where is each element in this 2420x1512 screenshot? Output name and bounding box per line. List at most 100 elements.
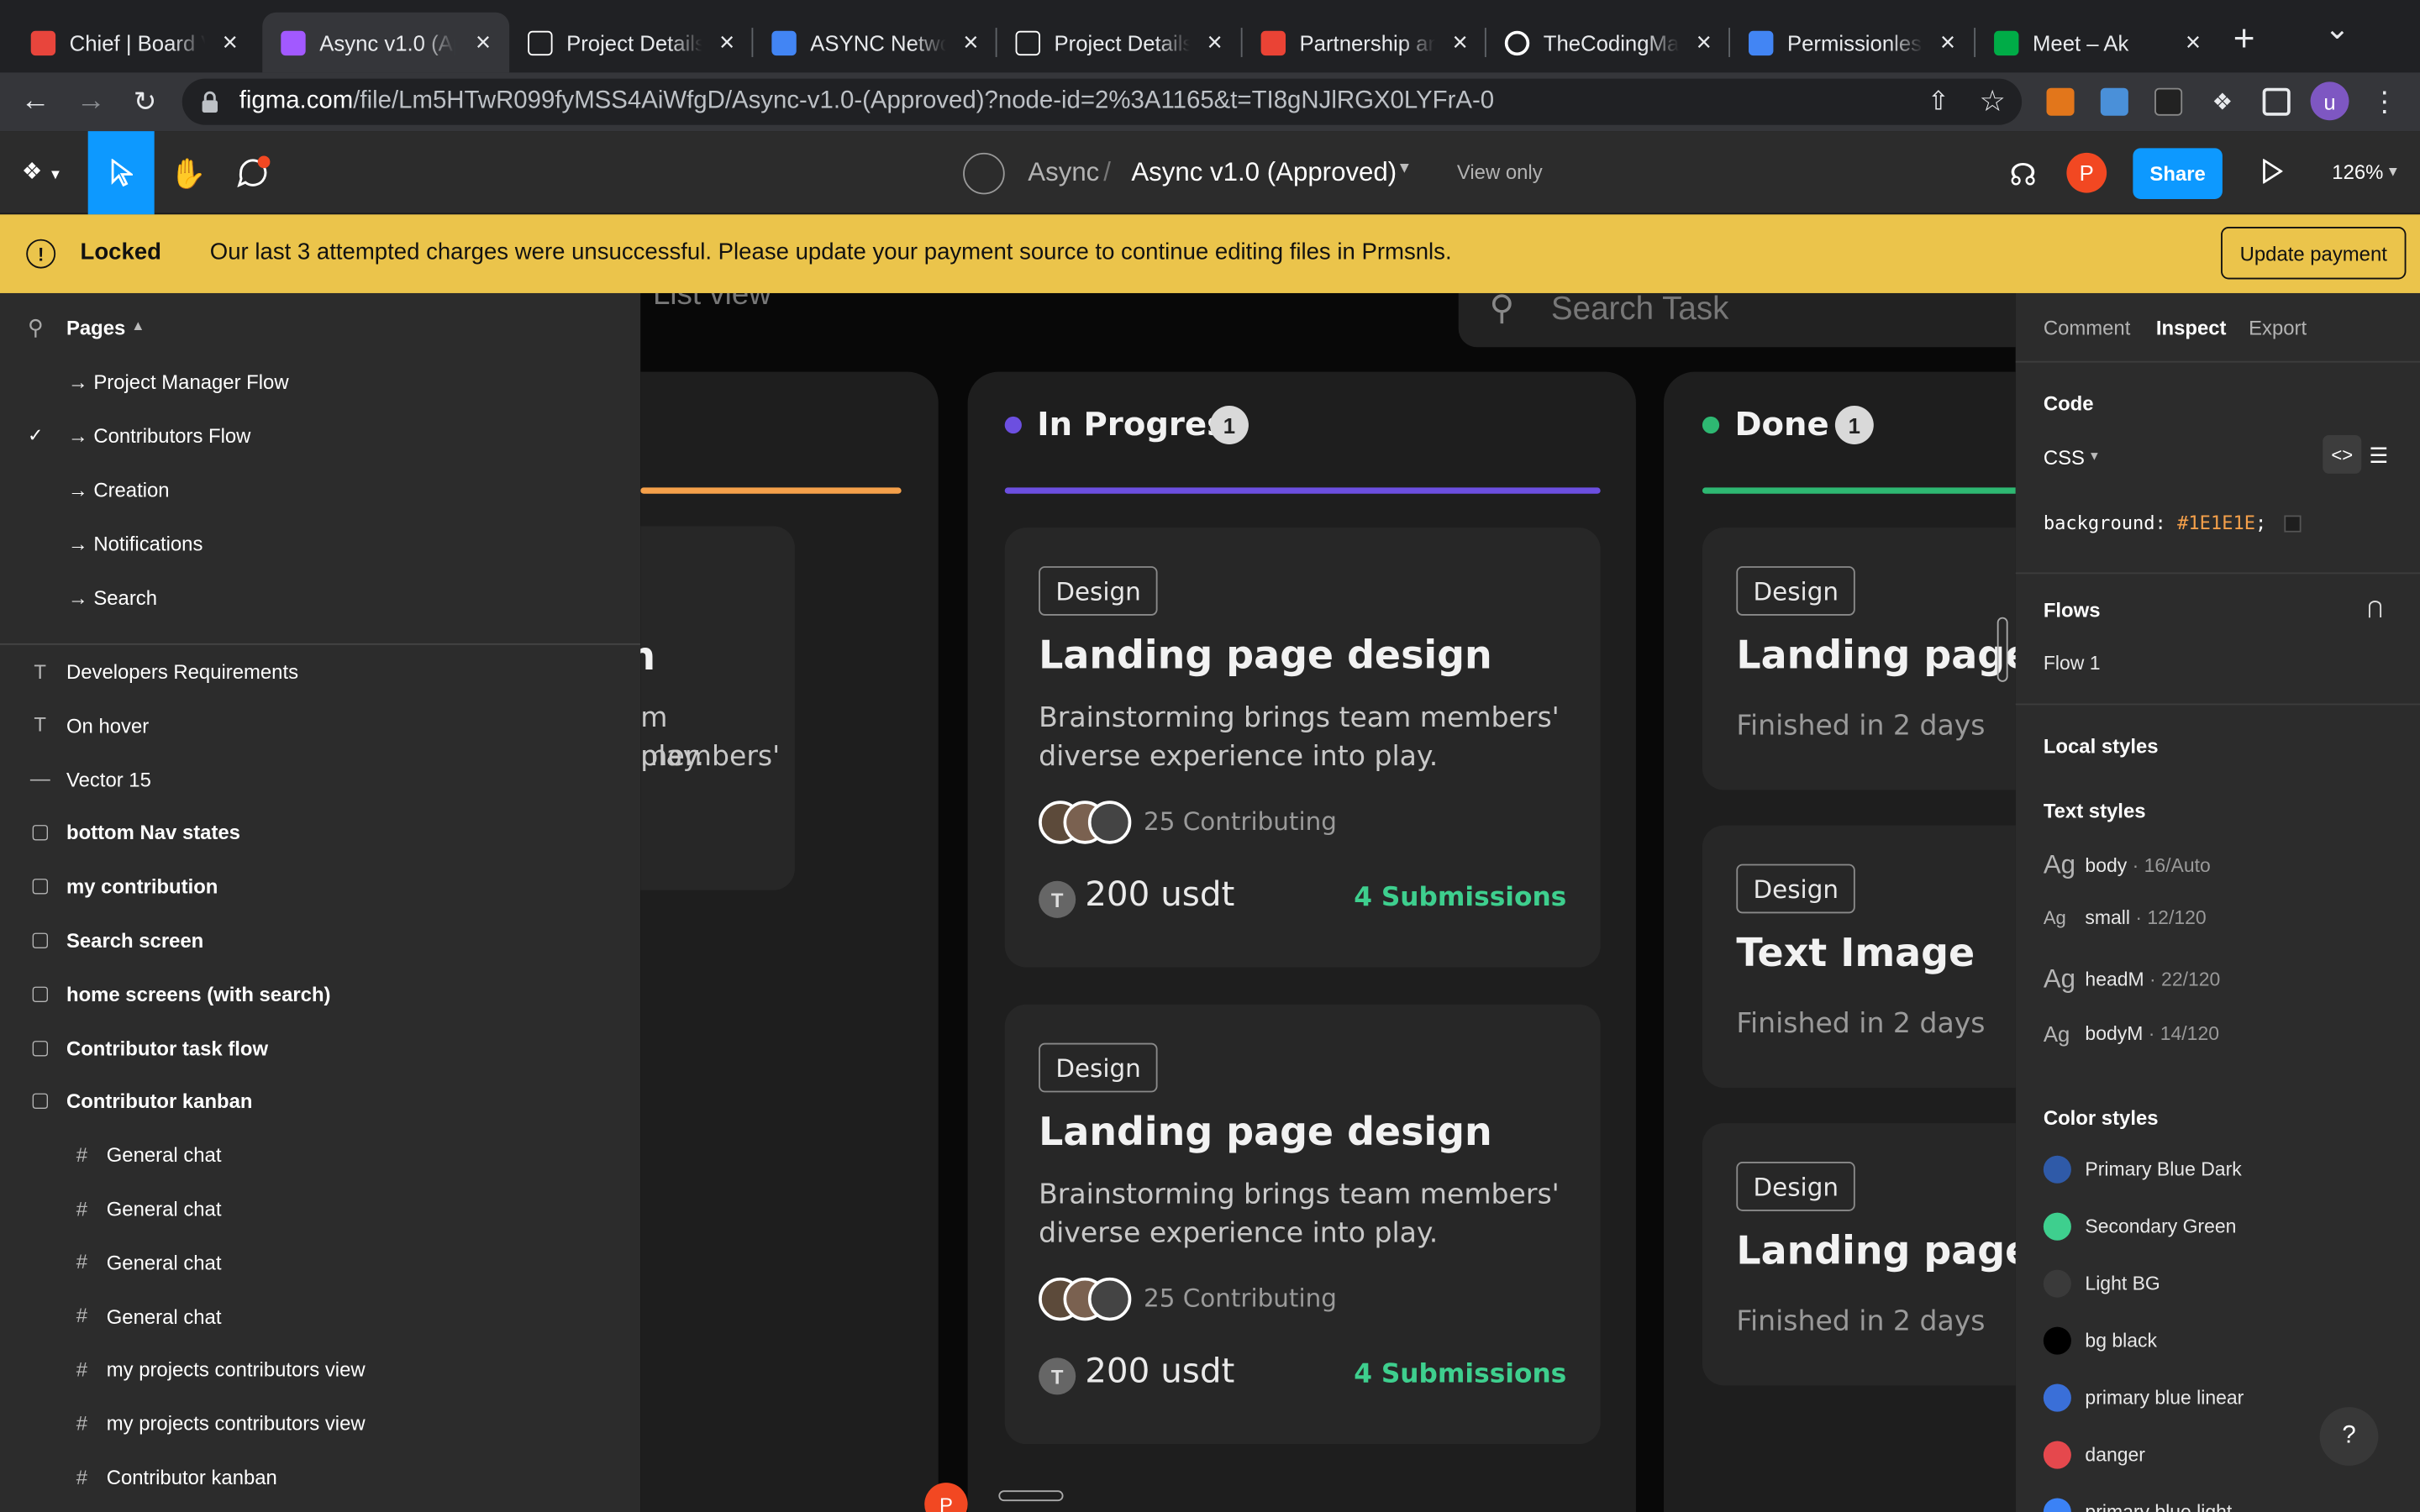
close-icon[interactable]: × bbox=[223, 29, 238, 55]
side-panel-icon[interactable] bbox=[2262, 87, 2291, 116]
team-avatar-icon[interactable] bbox=[963, 152, 1005, 195]
layer-row[interactable]: T Developers Requirements bbox=[0, 645, 640, 699]
browser-tab[interactable]: Chief | Board V × bbox=[13, 13, 256, 73]
page-item[interactable]: → Search bbox=[0, 571, 640, 625]
list-view-icon[interactable]: ☰ bbox=[2369, 443, 2388, 469]
canvas-scrollbar-horizontal[interactable] bbox=[998, 1490, 1064, 1502]
move-tool-button[interactable] bbox=[87, 131, 155, 215]
todo-card[interactable]: gn m members' play. bbox=[640, 526, 795, 890]
close-icon[interactable]: × bbox=[1207, 29, 1222, 55]
text-style-row[interactable]: Ag small · 12/120 bbox=[2044, 907, 2207, 929]
browser-tab[interactable]: Permissionles × bbox=[1730, 13, 1974, 73]
metamask-extension-icon[interactable] bbox=[2046, 87, 2075, 116]
close-icon[interactable]: × bbox=[1940, 29, 1955, 55]
hand-tool-icon[interactable]: ✋ bbox=[170, 156, 207, 193]
code-lang-chevron-icon[interactable]: ▼ bbox=[2088, 449, 2101, 463]
help-button[interactable]: ? bbox=[2319, 1407, 2379, 1466]
tab-list-chevron-icon[interactable]: ⌄ bbox=[2324, 9, 2350, 48]
browser-tab[interactable]: Project Details × bbox=[997, 13, 1241, 73]
page-item[interactable]: → Notifications bbox=[0, 517, 640, 570]
bookmark-star-icon[interactable]: ☆ bbox=[1972, 81, 2012, 122]
figma-menu-icon[interactable]: ❖ ▼ bbox=[22, 157, 68, 188]
close-icon[interactable]: × bbox=[719, 29, 734, 55]
done-card[interactable]: Design Text Image Finished in 2 days bbox=[1702, 825, 2016, 1088]
code-view-icon[interactable]: <> bbox=[2323, 434, 2362, 474]
layer-row[interactable]: # General chat bbox=[0, 1236, 640, 1289]
puzzle-extensions-icon[interactable]: ❖ bbox=[2208, 88, 2236, 116]
page-item[interactable]: ✓ → Contributors Flow bbox=[0, 409, 640, 463]
share-button[interactable]: Share bbox=[2133, 148, 2223, 199]
layer-row[interactable]: # Contributor kanban bbox=[0, 1451, 640, 1504]
canvas-scrollbar[interactable] bbox=[1996, 617, 2008, 682]
done-card[interactable]: Design Landing page des Finished in 2 days bbox=[1702, 528, 2016, 790]
layer-row[interactable]: ▢ Search screen bbox=[0, 913, 640, 967]
close-icon[interactable]: × bbox=[963, 29, 978, 55]
browser-tab[interactable]: Partnership an × bbox=[1243, 13, 1486, 73]
text-style-row[interactable]: Ag body · 16/Auto bbox=[2044, 850, 2211, 881]
close-icon[interactable]: × bbox=[1452, 29, 1467, 55]
done-card[interactable]: Design Landing page des Finished in 2 days bbox=[1702, 1123, 2016, 1386]
color-style-row[interactable]: bg black bbox=[2043, 1326, 2157, 1355]
user-avatar[interactable]: P bbox=[2066, 152, 2107, 193]
page-item[interactable]: → Creation bbox=[0, 463, 640, 517]
browser-tab[interactable]: TheCodingMa × bbox=[1486, 13, 1730, 73]
file-name[interactable]: Async v1.0 (Approved) bbox=[1131, 157, 1397, 188]
browser-tab[interactable]: ASYNC Netwo × bbox=[753, 13, 997, 73]
color-style-row[interactable]: danger bbox=[2043, 1441, 2145, 1469]
browser-tab[interactable]: Async v1.0 (Ap × bbox=[262, 12, 510, 73]
extension-icon[interactable] bbox=[2100, 87, 2128, 116]
layer-row[interactable]: ▢ home screens (with search) bbox=[0, 967, 640, 1021]
task-card[interactable]: Design Landing page design Brainstorming b… bbox=[1004, 1004, 1601, 1445]
code-language-select[interactable]: CSS bbox=[2044, 446, 2085, 470]
flow-item[interactable]: Flow 1 bbox=[2044, 653, 2101, 675]
layer-row[interactable]: ▢ bottom Nav states bbox=[0, 806, 640, 859]
list-view-label[interactable]: List view bbox=[653, 293, 771, 313]
close-icon[interactable]: × bbox=[476, 29, 491, 55]
zoom-level[interactable]: 126% bbox=[2332, 160, 2383, 184]
layer-row[interactable]: ▢ my contribution bbox=[0, 859, 640, 913]
extension-icon[interactable] bbox=[2154, 87, 2183, 116]
update-payment-button[interactable]: Update payment bbox=[2221, 227, 2407, 280]
chevron-down-icon[interactable]: ▼ bbox=[1397, 160, 1412, 177]
layer-row[interactable]: # General chat bbox=[0, 1128, 640, 1182]
comment-tool-icon[interactable] bbox=[236, 155, 273, 193]
flows-hide-icon[interactable]: ⋂ bbox=[2368, 597, 2383, 619]
project-name[interactable]: Async bbox=[1028, 157, 1099, 188]
text-style-row[interactable]: Ag headM · 22/120 bbox=[2044, 964, 2220, 995]
tab-comment[interactable]: Comment bbox=[2044, 317, 2131, 340]
page-item[interactable]: → Project Manager Flow bbox=[0, 354, 640, 408]
present-play-icon[interactable] bbox=[2263, 158, 2285, 185]
back-icon[interactable]: ← bbox=[15, 81, 55, 122]
browser-menu-icon[interactable]: ⋮ bbox=[2365, 81, 2405, 122]
layer-row[interactable]: # my projects contributors view bbox=[0, 1343, 640, 1397]
layer-row[interactable]: # General chat bbox=[0, 1182, 640, 1236]
tab-export[interactable]: Export bbox=[2249, 317, 2307, 340]
zoom-chevron-icon[interactable]: ▼ bbox=[2386, 164, 2400, 179]
new-tab-icon[interactable]: + bbox=[2233, 18, 2255, 61]
browser-tab[interactable]: Project Details × bbox=[509, 13, 753, 73]
color-style-row[interactable]: primary blue light bbox=[2043, 1498, 2232, 1512]
close-icon[interactable]: × bbox=[1697, 29, 1712, 55]
pages-collapse-icon[interactable]: ▲ bbox=[131, 318, 145, 333]
design-canvas[interactable]: List view ⚲ Search Task gn m members' pl… bbox=[640, 292, 2016, 1512]
color-style-row[interactable]: Light BG bbox=[2043, 1269, 2160, 1298]
color-style-row[interactable]: Secondary Green bbox=[2043, 1212, 2236, 1241]
search-icon[interactable]: ⚲ bbox=[28, 315, 44, 341]
layer-row[interactable]: — Vector 15 bbox=[0, 753, 640, 806]
layer-row[interactable]: ▢ Contributor kanban bbox=[0, 1074, 640, 1128]
color-style-row[interactable]: primary blue linear bbox=[2043, 1383, 2244, 1412]
reload-icon[interactable]: ↻ bbox=[125, 81, 166, 122]
tab-inspect[interactable]: Inspect bbox=[2156, 317, 2227, 340]
layer-row[interactable]: # General chat bbox=[0, 1289, 640, 1343]
layer-row[interactable]: ▢ Contributor task flow bbox=[0, 1021, 640, 1074]
share-page-icon[interactable]: ⇧ bbox=[1918, 81, 1959, 122]
search-task-box[interactable]: ⚲ Search Task bbox=[1458, 292, 2016, 348]
profile-avatar[interactable]: u bbox=[2310, 81, 2349, 121]
close-icon[interactable]: × bbox=[2186, 29, 2201, 55]
pages-label[interactable]: Pages bbox=[66, 317, 125, 340]
headphones-icon[interactable]: ☊ bbox=[2009, 156, 2037, 195]
layer-row[interactable]: # my projects contributors view bbox=[0, 1397, 640, 1451]
forward-icon[interactable]: → bbox=[71, 81, 111, 122]
browser-tab[interactable]: Meet – Ak × bbox=[1975, 13, 2219, 73]
text-style-row[interactable]: Ag bodyM · 14/120 bbox=[2044, 1021, 2219, 1046]
